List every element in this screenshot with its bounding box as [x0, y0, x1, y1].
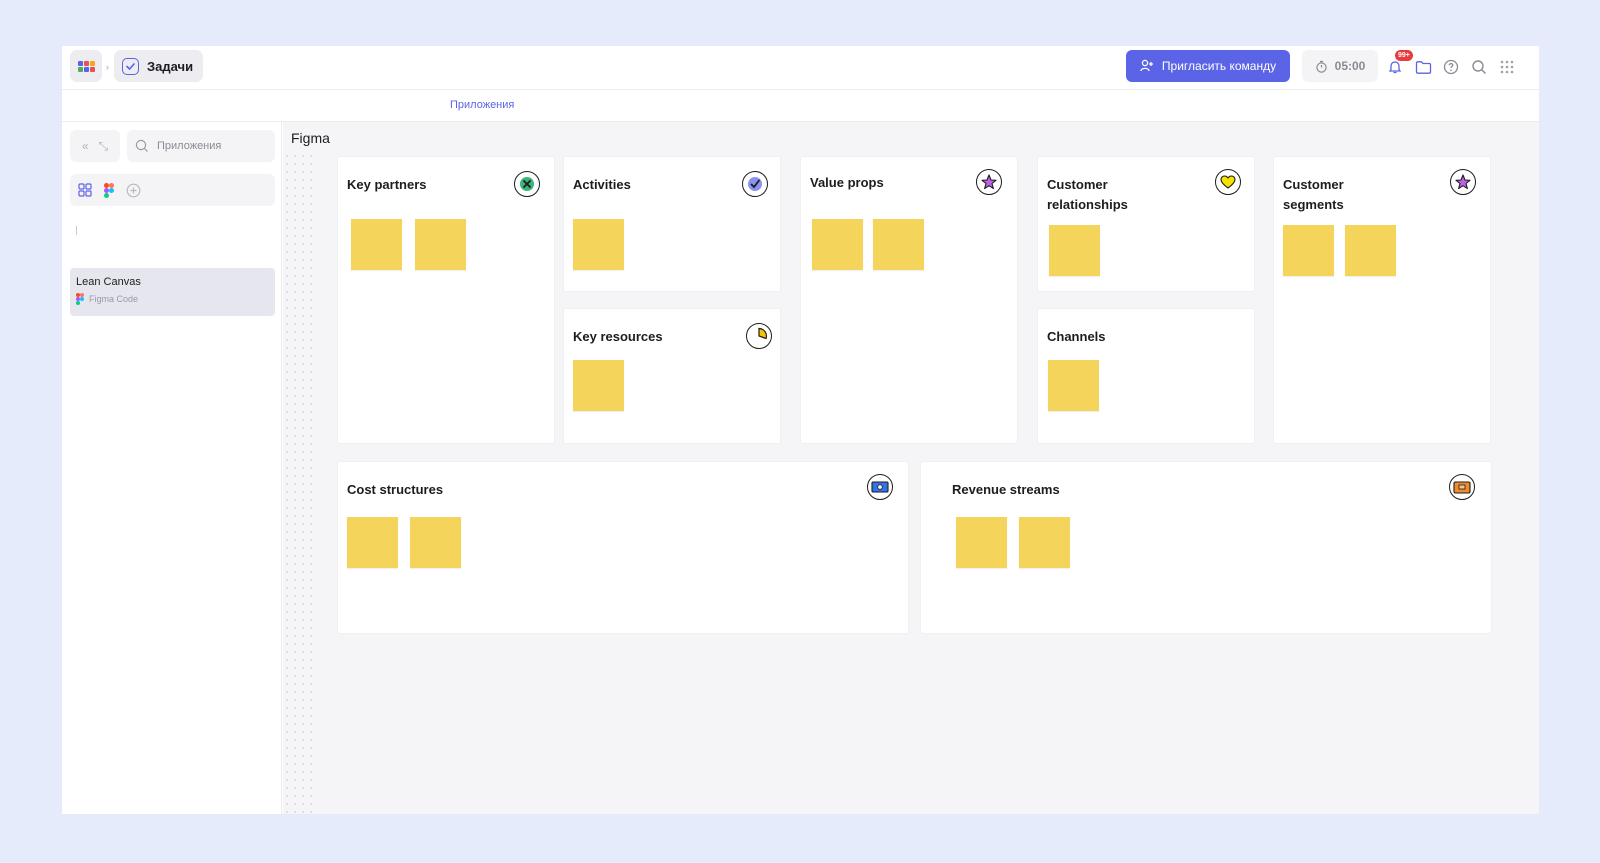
star-icon: [1450, 169, 1476, 195]
card-title: Revenue streams: [952, 482, 1060, 497]
text-cursor: [76, 226, 77, 235]
heart-icon: [1215, 169, 1241, 195]
canvas-dot-grid: [283, 152, 315, 814]
card-value-props[interactable]: Value props: [801, 157, 1017, 443]
dots-grid-icon: [1500, 60, 1514, 74]
board-source: Figma Code: [76, 293, 269, 305]
board-item-lean-canvas[interactable]: Lean Canvas Figma Code: [70, 268, 275, 316]
chevron-right-icon: ›: [106, 62, 109, 72]
invite-team-button[interactable]: Пригласить команду: [1126, 50, 1290, 82]
expand-icon[interactable]: ⤡: [99, 139, 109, 154]
sticky-note[interactable]: [347, 517, 398, 568]
card-activities[interactable]: Activities: [564, 157, 780, 291]
card-channels[interactable]: Channels: [1038, 309, 1254, 443]
add-circle-icon[interactable]: [126, 183, 141, 198]
secondary-bar: Приложения: [62, 90, 1539, 122]
sticky-note[interactable]: [812, 219, 863, 270]
search-icon: [1472, 60, 1486, 74]
help-icon: [1443, 59, 1459, 75]
breadcrumb-tasks[interactable]: Задачи: [114, 50, 204, 82]
stopwatch-icon: [1315, 60, 1327, 73]
folder-button[interactable]: [1412, 56, 1434, 78]
bell-icon: [1388, 61, 1402, 74]
notifications-button[interactable]: 99+: [1384, 50, 1413, 78]
timer-button[interactable]: 05:00: [1302, 50, 1378, 82]
figma-icon: [76, 293, 84, 305]
card-key-partners[interactable]: Key partners: [338, 157, 554, 443]
sidebar-controls: « ⤡: [70, 130, 120, 162]
card-title: Customer segments: [1283, 177, 1344, 212]
card-title: Value props: [810, 175, 884, 190]
card-title: Customer relationships: [1047, 177, 1128, 212]
tab-apps[interactable]: Приложения: [450, 99, 514, 111]
sticky-note[interactable]: [410, 517, 461, 568]
pie-chart-icon: [746, 323, 772, 349]
card-title: Channels: [1047, 329, 1106, 344]
search-icon: [135, 139, 148, 152]
task-check-icon: [122, 57, 139, 75]
top-bar: › Задачи Пригласить команду 05:00 99+: [62, 46, 1539, 90]
sidebar: « ⤡ Lean Canvas Figma Code: [62, 122, 282, 814]
sticky-note[interactable]: [415, 219, 466, 270]
more-apps-button[interactable]: [1496, 56, 1518, 78]
sticky-note[interactable]: [873, 219, 924, 270]
search-button[interactable]: [1468, 56, 1490, 78]
widgets-icon[interactable]: [78, 183, 92, 197]
sticky-note[interactable]: [1345, 225, 1396, 276]
card-customer-segments[interactable]: Customer segments: [1274, 157, 1490, 443]
lean-canvas-board[interactable]: Figma Key partners Activities Key resour…: [283, 122, 1539, 814]
sticky-note[interactable]: [573, 360, 624, 411]
sticky-note[interactable]: [956, 517, 1007, 568]
search-input[interactable]: [157, 140, 267, 152]
app-window: › Задачи Пригласить команду 05:00 99+ Пр…: [62, 46, 1539, 814]
figma-icon[interactable]: [104, 182, 114, 198]
banknote-icon: [867, 474, 893, 500]
notifications-badge: 99+: [1395, 50, 1413, 61]
breadcrumb-label: Задачи: [147, 58, 194, 74]
sticky-note[interactable]: [1049, 225, 1100, 276]
timer-value: 05:00: [1334, 59, 1366, 73]
sticky-note[interactable]: [1048, 360, 1099, 411]
app-toolbar: [70, 174, 275, 206]
sticky-note[interactable]: [1019, 517, 1070, 568]
sticky-note[interactable]: [351, 219, 402, 270]
wallet-icon: [1449, 474, 1475, 500]
frame-label: Figma: [291, 130, 330, 146]
x-circle-icon: [514, 171, 540, 197]
card-title: Cost structures: [347, 482, 444, 497]
apps-menu-button[interactable]: [70, 50, 102, 82]
folder-icon: [1415, 60, 1431, 74]
card-title: Key partners: [347, 177, 427, 192]
collapse-icon[interactable]: «: [82, 139, 89, 153]
card-title: Activities: [573, 177, 631, 192]
board-source-label: Figma Code: [89, 294, 139, 304]
star-icon: [976, 169, 1002, 195]
help-button[interactable]: [1440, 56, 1462, 78]
check-circle-icon: [742, 171, 768, 197]
add-user-icon: [1140, 59, 1153, 72]
sticky-note[interactable]: [573, 219, 624, 270]
sidebar-search[interactable]: [127, 130, 275, 162]
sticky-note[interactable]: [1283, 225, 1334, 276]
board-name: Lean Canvas: [76, 276, 141, 288]
invite-label: Пригласить команду: [1161, 59, 1277, 73]
apps-grid-icon: [77, 60, 95, 72]
card-title: Key resources: [573, 329, 663, 344]
card-revenue-streams[interactable]: Revenue streams: [921, 462, 1491, 633]
card-cost-structures[interactable]: Cost structures: [338, 462, 908, 633]
card-customer-relationships[interactable]: Customer relationships: [1038, 157, 1254, 291]
card-key-resources[interactable]: Key resources: [564, 309, 780, 443]
